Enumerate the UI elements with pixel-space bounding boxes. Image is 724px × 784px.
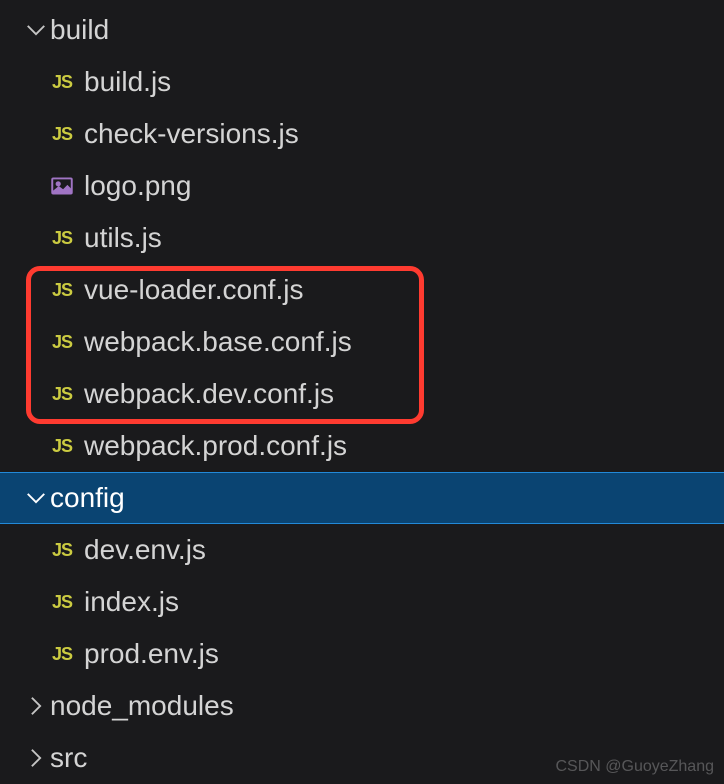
folder-node-modules[interactable]: node_modules [0,680,724,732]
file-item[interactable]: JS dev.env.js [0,524,724,576]
file-item[interactable]: JS index.js [0,576,724,628]
js-icon: JS [40,72,84,93]
chevron-down-icon [22,487,50,509]
js-icon: JS [40,228,84,249]
file-item[interactable]: JS utils.js [0,212,724,264]
chevron-down-icon [22,19,50,41]
file-item[interactable]: JS webpack.dev.conf.js [0,368,724,420]
chevron-right-icon [22,747,50,769]
file-item[interactable]: JS vue-loader.conf.js [0,264,724,316]
file-label: build.js [84,66,171,98]
folder-label: config [50,482,125,514]
file-item[interactable]: JS prod.env.js [0,628,724,680]
file-label: index.js [84,586,179,618]
image-icon [40,173,84,199]
file-label: logo.png [84,170,191,202]
folder-config[interactable]: config [0,472,724,524]
js-icon: JS [40,592,84,613]
file-item[interactable]: logo.png [0,160,724,212]
file-label: webpack.prod.conf.js [84,430,347,462]
file-label: webpack.base.conf.js [84,326,352,358]
file-label: check-versions.js [84,118,299,150]
js-icon: JS [40,124,84,145]
watermark: CSDN @GuoyeZhang [555,758,714,776]
js-icon: JS [40,332,84,353]
file-label: dev.env.js [84,534,206,566]
file-item[interactable]: JS check-versions.js [0,108,724,160]
file-label: utils.js [84,222,162,254]
file-label: webpack.dev.conf.js [84,378,334,410]
folder-label: node_modules [50,690,234,722]
folder-label: src [50,742,87,774]
chevron-right-icon [22,695,50,717]
file-label: vue-loader.conf.js [84,274,303,306]
js-icon: JS [40,384,84,405]
folder-label: build [50,14,109,46]
js-icon: JS [40,436,84,457]
file-label: prod.env.js [84,638,219,670]
file-item[interactable]: JS webpack.base.conf.js [0,316,724,368]
js-icon: JS [40,644,84,665]
folder-build[interactable]: build [0,4,724,56]
js-icon: JS [40,540,84,561]
file-item[interactable]: JS build.js [0,56,724,108]
file-item[interactable]: JS webpack.prod.conf.js [0,420,724,472]
js-icon: JS [40,280,84,301]
file-tree: build JS build.js JS check-versions.js l… [0,0,724,784]
